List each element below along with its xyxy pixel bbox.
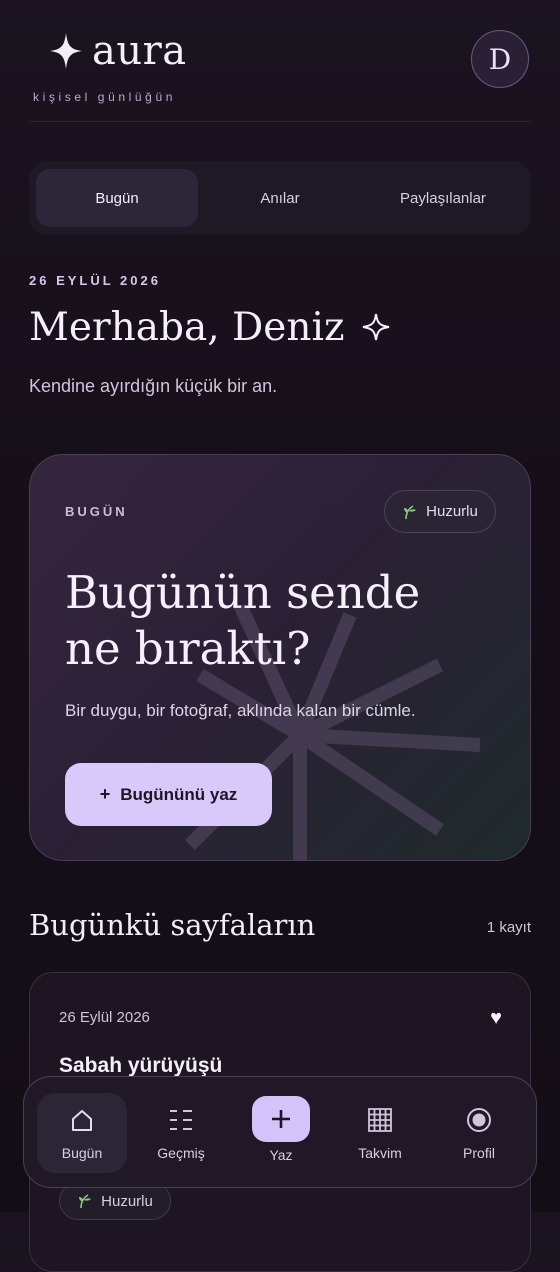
nav-label: Profil: [463, 1145, 495, 1161]
entry-date: 26 Eylül 2026: [59, 1009, 150, 1026]
entry-mood-label: Huzurlu: [101, 1192, 153, 1210]
date-label: 26 EYLÜL 2026: [29, 273, 161, 288]
bottom-nav: Bugün Geçmiş Yaz Takvim Profil: [23, 1076, 537, 1188]
nav-gecmis[interactable]: Geçmiş: [136, 1093, 226, 1173]
tab-paylasilanlar[interactable]: Paylaşılanlar: [362, 169, 524, 227]
mood-chip-label: Huzurlu: [426, 503, 478, 520]
write-today-label: Bugününü yaz: [120, 784, 238, 804]
app-name: aura: [92, 28, 187, 74]
add-entry-button[interactable]: [252, 1096, 310, 1142]
home-icon: [72, 1110, 92, 1131]
greeting-text: Merhaba, Deniz: [29, 305, 345, 350]
nav-yaz[interactable]: Yaz: [236, 1093, 326, 1173]
list-icon: [170, 1110, 192, 1130]
nav-bugun[interactable]: Bugün: [37, 1093, 127, 1173]
tab-bugun[interactable]: Bugün: [36, 169, 198, 227]
today-hero-card: BUGÜN Huzurlu Bugünün sende ne bıraktı? …: [29, 454, 531, 861]
profile-icon: [467, 1108, 491, 1132]
hero-title: Bugünün sende ne bıraktı?: [65, 566, 421, 675]
section-title: Bugünkü sayfaların: [29, 908, 316, 942]
write-today-button[interactable]: + Bugününü yaz: [65, 763, 272, 826]
avatar[interactable]: D: [471, 30, 529, 88]
heart-icon[interactable]: ♥: [490, 1007, 502, 1030]
page-title: Merhaba, Deniz: [29, 305, 391, 350]
hero-description: Bir duygu, bir fotoğraf, aklında kalan b…: [65, 701, 416, 720]
nav-profil[interactable]: Profil: [434, 1093, 524, 1173]
nav-takvim[interactable]: Takvim: [335, 1093, 425, 1173]
subtitle: Kendine ayırdığın küçük bir an.: [29, 376, 278, 396]
hero-label: BUGÜN: [65, 504, 128, 519]
entry-title: Sabah yürüyüşü: [59, 1054, 223, 1077]
sparkle-icon: [362, 313, 390, 341]
app-tagline: kişisel günlüğün: [33, 90, 176, 104]
sparkle-icon: [50, 33, 82, 69]
grid-icon: [368, 1108, 392, 1132]
tab-anilar[interactable]: Anılar: [199, 169, 361, 227]
nav-label: Geçmiş: [157, 1145, 205, 1161]
nav-label: Bugün: [61, 1145, 103, 1161]
header-divider: [30, 121, 530, 122]
nav-label: Takvim: [358, 1145, 402, 1161]
plus-icon: [272, 1110, 290, 1128]
tab-bar: Bugün Anılar Paylaşılanlar: [29, 161, 531, 235]
app-logo[interactable]: aura: [48, 28, 187, 74]
leaf-icon: [404, 504, 417, 519]
mood-chip[interactable]: Huzurlu: [384, 490, 496, 533]
entry-count: 1 kayıt: [486, 919, 531, 936]
nav-label: Yaz: [269, 1147, 293, 1163]
plus-icon: +: [99, 784, 111, 804]
leaf-icon: [79, 1194, 92, 1209]
app-header: aura kişisel günlüğün D: [0, 0, 560, 122]
